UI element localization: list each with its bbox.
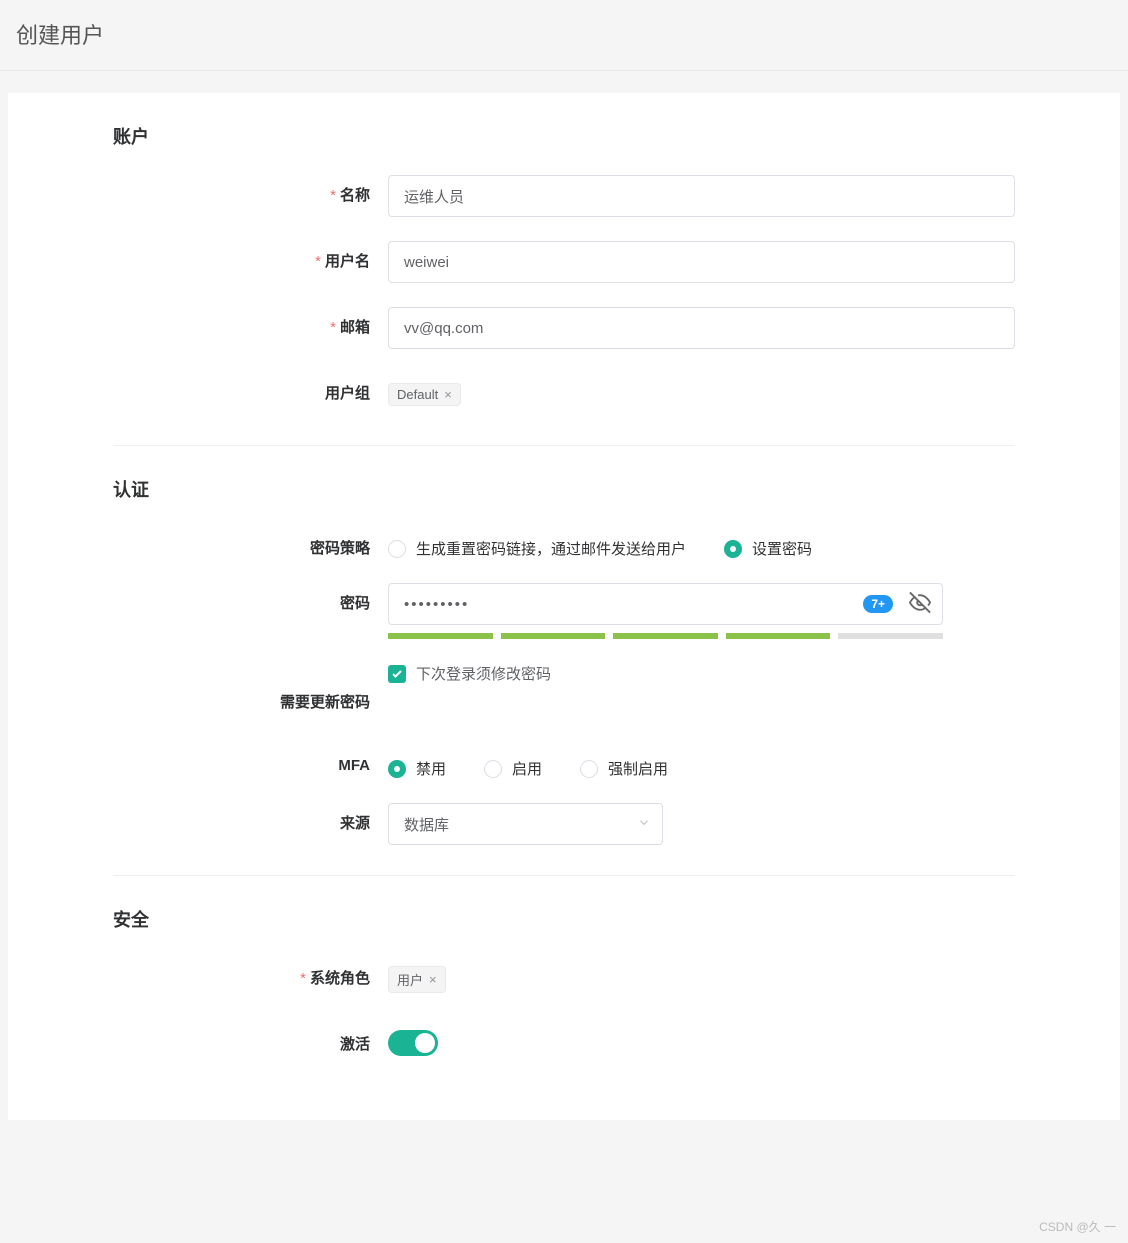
row-name: *名称 — [113, 175, 1015, 217]
section-title-security: 安全 — [113, 906, 1015, 932]
page-title: 创建用户 — [16, 18, 1112, 50]
row-email: *邮箱 — [113, 307, 1015, 349]
radio-mfa-disable[interactable]: 禁用 — [388, 758, 446, 779]
strength-seg — [613, 633, 718, 639]
strength-seg — [388, 633, 493, 639]
password-strength-badge: 7+ — [863, 595, 893, 613]
radio-icon — [724, 540, 742, 558]
form-container: 账户 *名称 *用户名 *邮箱 用户组 Default — [8, 93, 1120, 1120]
label-name: *名称 — [113, 175, 388, 205]
row-need-update: 需要更新密码 下次登录须修改密码 — [113, 663, 1015, 712]
label-username: *用户名 — [113, 241, 388, 271]
radio-group-mfa: 禁用 启用 强制启用 — [388, 748, 1015, 779]
label-active: 激活 — [113, 1024, 388, 1054]
tag-user-role: 用户 × — [388, 966, 446, 993]
tag-default: Default × — [388, 383, 461, 406]
close-icon[interactable]: × — [429, 973, 437, 986]
label-source: 来源 — [113, 803, 388, 833]
input-username[interactable] — [388, 241, 1015, 283]
close-icon[interactable]: × — [444, 388, 452, 401]
select-source[interactable]: 数据库 — [388, 803, 663, 845]
row-source: 来源 数据库 — [113, 803, 1015, 845]
radio-mfa-enable[interactable]: 启用 — [484, 758, 542, 779]
checkbox-icon — [388, 665, 406, 683]
radio-group-policy: 生成重置密码链接，通过邮件发送给用户 设置密码 — [388, 528, 1015, 559]
row-mfa: MFA 禁用 启用 强制启用 — [113, 748, 1015, 779]
system-role-tags[interactable]: 用户 × — [388, 958, 1015, 1000]
strength-seg — [838, 633, 943, 639]
watermark: CSDN @久 一 — [1039, 1218, 1116, 1235]
radio-policy-set[interactable]: 设置密码 — [724, 538, 812, 559]
row-active: 激活 — [113, 1024, 1015, 1056]
radio-mfa-force[interactable]: 强制启用 — [580, 758, 668, 779]
label-need-update: 需要更新密码 — [113, 663, 388, 712]
eye-off-icon[interactable] — [909, 592, 931, 617]
label-email: *邮箱 — [113, 307, 388, 337]
radio-policy-email[interactable]: 生成重置密码链接，通过邮件发送给用户 — [388, 538, 686, 559]
input-password[interactable] — [388, 583, 943, 625]
input-email[interactable] — [388, 307, 1015, 349]
section-title-auth: 认证 — [113, 476, 1015, 502]
page-header: 创建用户 — [0, 0, 1128, 71]
label-password-policy: 密码策略 — [113, 528, 388, 558]
select-source-value: 数据库 — [388, 803, 663, 845]
radio-icon — [388, 540, 406, 558]
password-wrapper: 7+ — [388, 583, 943, 625]
section-account: 账户 *名称 *用户名 *邮箱 用户组 Default — [8, 123, 1120, 415]
user-group-tags[interactable]: Default × — [388, 373, 1015, 415]
label-system-role: *系统角色 — [113, 958, 388, 988]
strength-seg — [726, 633, 831, 639]
chevron-down-icon — [637, 816, 651, 833]
row-system-role: *系统角色 用户 × — [113, 958, 1015, 1000]
divider — [113, 875, 1015, 876]
strength-seg — [501, 633, 606, 639]
radio-icon — [388, 760, 406, 778]
radio-icon — [484, 760, 502, 778]
checkbox-row-update[interactable]: 下次登录须修改密码 — [388, 663, 1015, 684]
row-password-policy: 密码策略 生成重置密码链接，通过邮件发送给用户 设置密码 — [113, 528, 1015, 559]
row-password: 密码 7+ — [113, 583, 1015, 639]
toggle-active[interactable] — [388, 1030, 438, 1056]
password-strength-bar — [388, 633, 943, 639]
section-security: 安全 *系统角色 用户 × 激活 — [8, 906, 1120, 1056]
input-name[interactable] — [388, 175, 1015, 217]
label-user-group: 用户组 — [113, 373, 388, 403]
radio-icon — [580, 760, 598, 778]
section-title-account: 账户 — [113, 123, 1015, 149]
row-username: *用户名 — [113, 241, 1015, 283]
section-auth: 认证 密码策略 生成重置密码链接，通过邮件发送给用户 设置密码 密码 — [8, 476, 1120, 845]
divider — [113, 445, 1015, 446]
label-password: 密码 — [113, 583, 388, 613]
row-user-group: 用户组 Default × — [113, 373, 1015, 415]
label-mfa: MFA — [113, 748, 388, 774]
